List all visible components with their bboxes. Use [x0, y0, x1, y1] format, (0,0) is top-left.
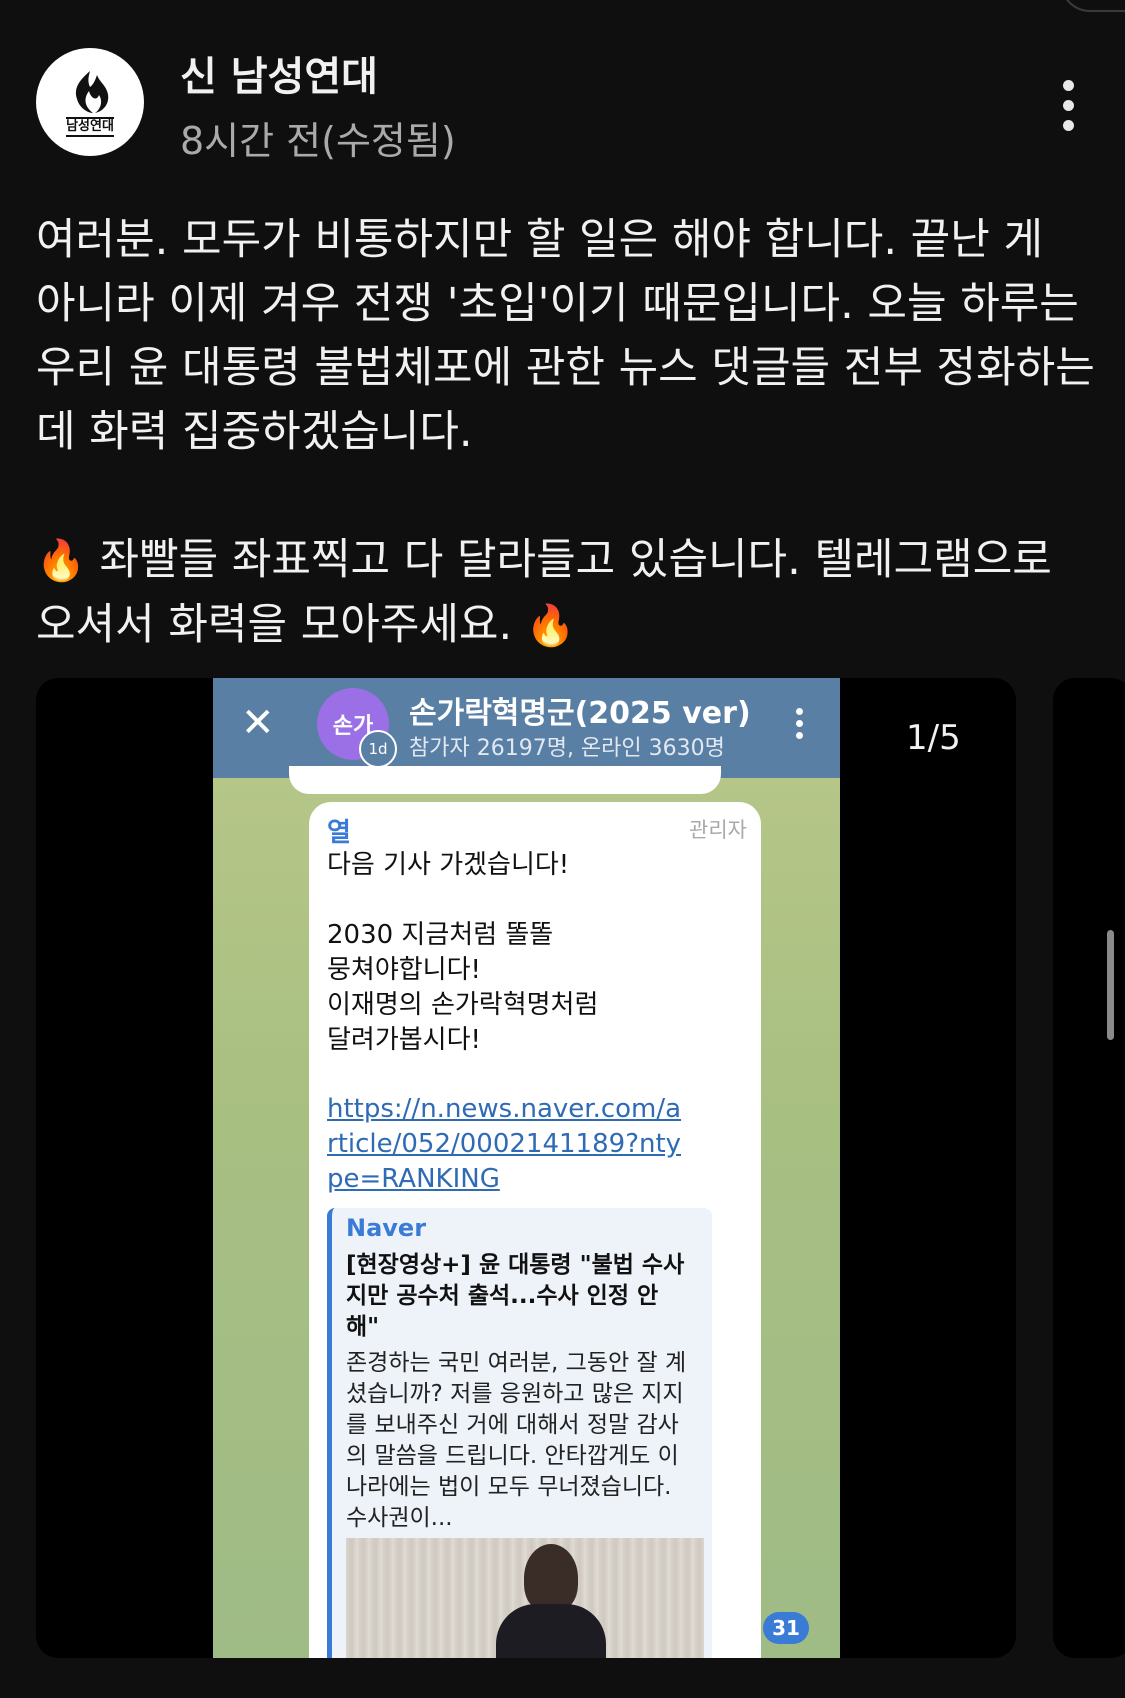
- article-link: https://n.news.naver.com/article/052/000…: [327, 1094, 682, 1194]
- message-line: 다음 기사 가겠습니다!: [327, 850, 570, 880]
- message-line: 이재명의 손가락혁명처럼: [327, 990, 599, 1020]
- message-text: 다음 기사 가겠습니다! 2030 지금처럼 똘똘 뭉쳐야합니다! 이재명의 손…: [327, 848, 747, 1058]
- media-counter: 1/5: [906, 718, 961, 758]
- message-line: 달려가봅시다!: [327, 1025, 481, 1055]
- message-line: 뭉쳐야합니다!: [327, 955, 481, 985]
- more-options-icon[interactable]: [1060, 80, 1076, 131]
- message-bubble: 열 관리자 다음 기사 가겠습니다! 2030 지금처럼 똘똘 뭉쳐야합니다! …: [309, 802, 761, 1658]
- next-media-preview[interactable]: [1053, 678, 1125, 1658]
- top-corner-decoration: [1060, 0, 1125, 12]
- scrollbar[interactable]: [1107, 930, 1114, 1040]
- post-paragraph: 여러분. 모두가 비통하지만 할 일은 해야 합니다. 끝난 게 아니라 이제 …: [36, 215, 1095, 457]
- author-name[interactable]: 신 남성연대: [180, 44, 378, 102]
- admin-label: 관리자: [689, 818, 747, 842]
- message-sender: 열: [327, 818, 351, 848]
- telegram-screenshot-image[interactable]: ✕ 손가 1d 손가락혁명군(2025 ver) 참가자 26197명, 온라인…: [213, 678, 840, 1658]
- preview-title: [현장영상+] 윤 대통령 "불법 수사지만 공수처 출석...수사 인정 안해…: [346, 1252, 685, 1340]
- preview-description: 존경하는 국민 여러분, 그동안 잘 계셨습니까? 저를 응원하고 많은 지지를…: [346, 1350, 687, 1531]
- group-subtitle: 참가자 26197명, 온라인 3630명: [409, 736, 725, 761]
- group-title: 손가락혁명군(2025 ver): [409, 696, 751, 731]
- timer-badge: 1d: [359, 730, 397, 768]
- author-avatar[interactable]: 남성연대: [36, 48, 144, 156]
- link-preview: Naver [현장영상+] 윤 대통령 "불법 수사지만 공수처 출석...수사…: [327, 1208, 712, 1658]
- fire-icon: 🔥: [36, 538, 86, 584]
- telegram-header: ✕ 손가 1d 손가락혁명군(2025 ver) 참가자 26197명, 온라인…: [213, 678, 840, 778]
- message-line: 2030 지금처럼 똘똘: [327, 920, 554, 950]
- person-suit: [496, 1604, 606, 1658]
- preview-thumbnail: [346, 1538, 704, 1658]
- post-timestamp: 8시간 전(수정됨): [180, 119, 456, 163]
- avatar-label: 남성연대: [66, 117, 114, 137]
- fire-icon: 🔥: [525, 603, 576, 649]
- post-paragraph-2: 🔥 좌빨들 좌표찍고 다 달라들고 있습니다. 텔레그램으로 오셔서 화력을 모…: [36, 528, 1096, 658]
- kebab-menu-icon: [795, 708, 803, 744]
- close-icon: ✕: [241, 700, 275, 746]
- person-head: [524, 1544, 578, 1612]
- preview-site-name: Naver: [346, 1214, 427, 1242]
- post-body: 여러분. 모두가 비통하지만 할 일은 해야 합니다. 끝난 게 아니라 이제 …: [36, 208, 1096, 658]
- flame-logo-icon: [75, 71, 109, 113]
- previous-message-bubble: [289, 766, 721, 794]
- unread-count-badge: 31: [763, 1612, 809, 1644]
